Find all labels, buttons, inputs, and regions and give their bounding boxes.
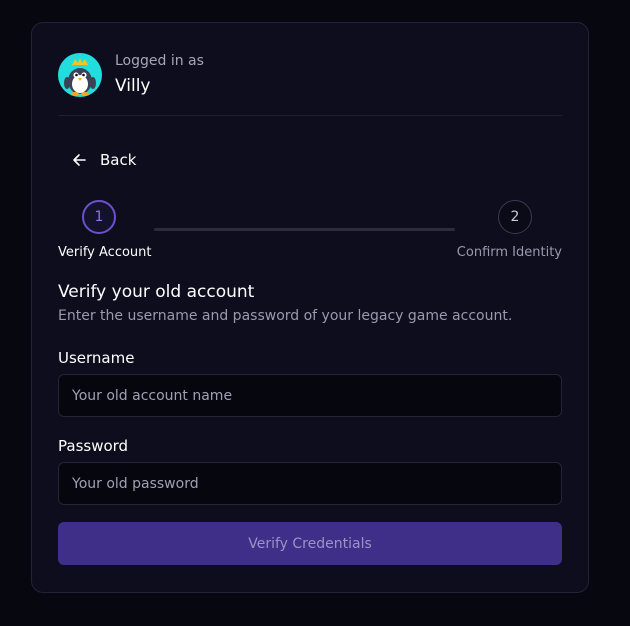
username-display: Villy (115, 76, 151, 96)
form-title: Verify your old account (58, 282, 255, 302)
step-connector (154, 228, 455, 231)
form-subtitle: Enter the username and password of your … (58, 308, 513, 324)
step-2-label: Confirm Identity (456, 245, 562, 260)
step-1-indicator: 1 (82, 200, 116, 234)
password-input[interactable] (58, 462, 562, 505)
verify-credentials-button[interactable]: Verify Credentials (58, 522, 562, 565)
password-label: Password (58, 437, 129, 455)
logged-in-user: Logged in as Villy (58, 52, 204, 98)
account-migration-card: Logged in as Villy Back 1 2 Verify Accou… (31, 22, 589, 593)
back-label: Back (100, 151, 137, 169)
username-label: Username (58, 349, 135, 367)
step-2-indicator: 2 (498, 200, 532, 234)
username-input[interactable] (58, 374, 562, 417)
penguin-avatar-icon (58, 53, 102, 97)
back-button[interactable]: Back (72, 151, 136, 169)
step-1-label: Verify Account (58, 245, 152, 260)
arrow-left-icon (73, 154, 86, 166)
header-divider (58, 115, 562, 116)
logged-in-label: Logged in as (115, 53, 204, 69)
